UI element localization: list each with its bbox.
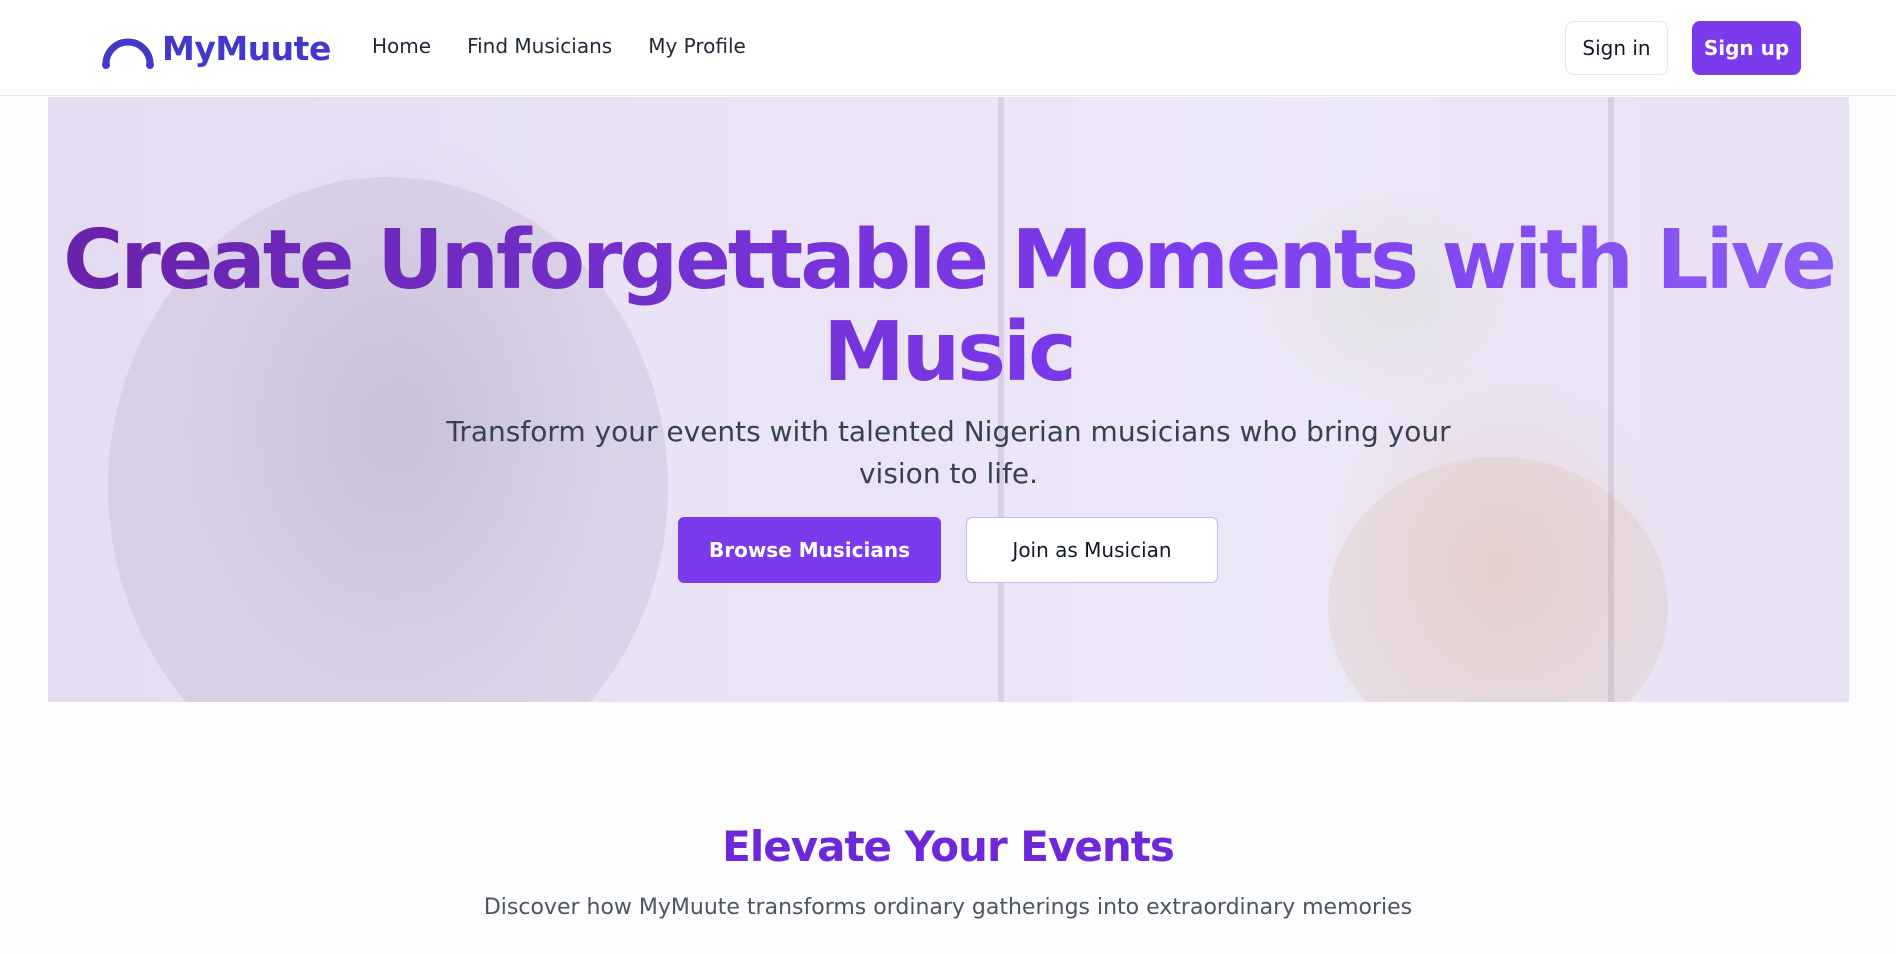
brand-name: MyMuute [162,28,331,68]
sign-in-button[interactable]: Sign in [1565,21,1668,75]
hero-subtitle: Transform your events with talented Nige… [446,415,1451,490]
join-as-musician-button[interactable]: Join as Musician [966,517,1218,583]
hero-title: Create Unforgettable Moments with Live M… [48,215,1849,399]
brand-logo[interactable]: MyMuute [100,26,331,70]
section-subtitle: Discover how MyMuute transforms ordinary… [483,895,1413,920]
navbar: MyMuute Home Find Musicians My Profile S… [0,0,1896,96]
nav-link-find-musicians[interactable]: Find Musicians [467,34,612,58]
section-title: Elevate Your Events [722,822,1175,871]
browse-musicians-button[interactable]: Browse Musicians [678,517,941,583]
nav-link-my-profile[interactable]: My Profile [648,34,746,58]
hero-section: Create Unforgettable Moments with Live M… [48,97,1849,702]
headphones-arc-icon [102,38,154,69]
nav-link-home[interactable]: Home [372,34,431,58]
main-nav: Home Find Musicians My Profile [372,34,746,58]
sign-up-button[interactable]: Sign up [1692,21,1801,75]
